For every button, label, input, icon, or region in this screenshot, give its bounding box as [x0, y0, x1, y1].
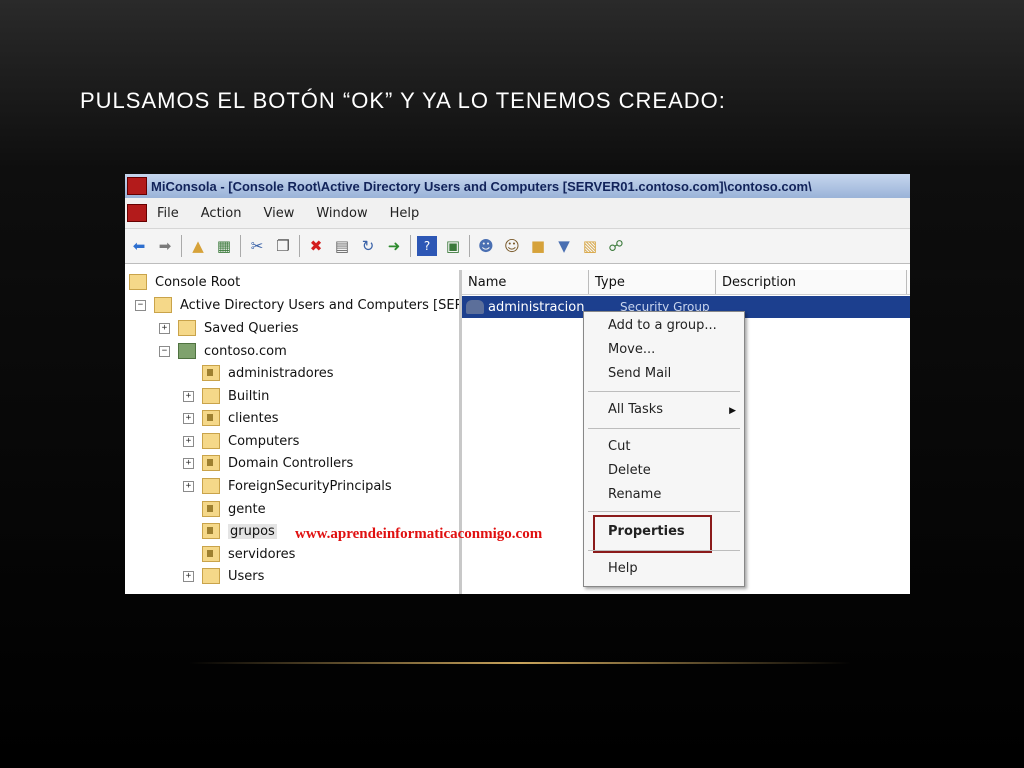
- toolbox-icon[interactable]: [127, 204, 147, 222]
- ou-folder-icon: [202, 455, 220, 471]
- toolbar-separator: [299, 235, 300, 257]
- new-user-icon[interactable]: ☻: [476, 236, 496, 256]
- collapse-icon[interactable]: −: [159, 345, 170, 357]
- export-icon[interactable]: ➜: [384, 236, 404, 256]
- ou-folder-icon: [202, 410, 220, 426]
- up-folder-icon[interactable]: ▲: [188, 236, 208, 256]
- column-type[interactable]: Type: [589, 270, 716, 294]
- tree-item-clientes[interactable]: + clientes: [183, 408, 278, 428]
- forward-icon[interactable]: ➡: [155, 236, 175, 256]
- menu-delete[interactable]: Delete: [608, 463, 651, 478]
- menu-cut[interactable]: Cut: [608, 439, 630, 454]
- expand-icon[interactable]: +: [159, 322, 170, 334]
- ou-folder-icon: [202, 501, 220, 517]
- tree-item-gente[interactable]: gente: [202, 499, 266, 519]
- menu-properties[interactable]: Properties: [608, 524, 685, 539]
- toolbar-separator: [240, 235, 241, 257]
- console-view-icon[interactable]: ▣: [443, 236, 463, 256]
- menu-help[interactable]: Help: [390, 206, 420, 221]
- aduc-icon: [154, 297, 172, 313]
- collapse-icon[interactable]: −: [135, 299, 146, 311]
- tree-item-builtin[interactable]: + Builtin: [183, 386, 269, 406]
- folder-icon: [129, 274, 147, 290]
- decorative-divider: [190, 662, 850, 664]
- expand-icon[interactable]: +: [183, 480, 194, 492]
- title-bar[interactable]: MiConsola - [Console Root\Active Directo…: [125, 174, 910, 198]
- menu-file[interactable]: File: [157, 206, 179, 221]
- expand-icon[interactable]: +: [183, 435, 194, 447]
- column-headers: Name Type Description: [462, 270, 910, 295]
- toolbar: ⬅ ➡ ▲ ▦ ✂ ❐ ✖ ▤ ↻ ➜ ? ▣ ☻ ☺ ■ ▼ ▧ ☍: [125, 229, 910, 264]
- ou-folder-icon: [202, 546, 220, 562]
- group-icon: [466, 300, 484, 314]
- mmc-window: MiConsola - [Console Root\Active Directo…: [125, 174, 910, 594]
- copy-icon[interactable]: ❐: [273, 236, 293, 256]
- back-icon[interactable]: ⬅: [129, 236, 149, 256]
- new-group-icon[interactable]: ☺: [502, 236, 522, 256]
- column-description[interactable]: Description: [716, 270, 907, 294]
- new-ou-icon[interactable]: ■: [528, 236, 548, 256]
- toolbar-separator: [181, 235, 182, 257]
- tree-item-computers[interactable]: + Computers: [183, 431, 299, 451]
- delete-icon[interactable]: ✖: [306, 236, 326, 256]
- menu-separator: [588, 511, 740, 512]
- refresh-icon[interactable]: ↻: [358, 236, 378, 256]
- menu-all-tasks[interactable]: All Tasks: [608, 402, 663, 417]
- context-menu: Add to a group... Move... Send Mail All …: [583, 311, 745, 587]
- ou-folder-icon: [202, 365, 220, 381]
- show-hide-tree-icon[interactable]: ▦: [214, 236, 234, 256]
- tree-item-grupos[interactable]: grupos: [202, 521, 277, 541]
- column-name[interactable]: Name: [462, 270, 589, 294]
- find-icon[interactable]: ▧: [580, 236, 600, 256]
- submenu-arrow-icon: ▶: [729, 406, 736, 416]
- menu-bar: File Action View Window Help: [125, 198, 910, 229]
- tree-item-users[interactable]: + Users: [183, 566, 264, 586]
- window-title: MiConsola - [Console Root\Active Directo…: [151, 178, 812, 194]
- tree-item-saved-queries[interactable]: + Saved Queries: [159, 318, 299, 338]
- menu-window[interactable]: Window: [316, 206, 367, 221]
- toolbox-icon: [127, 177, 147, 195]
- menu-separator: [588, 391, 740, 392]
- menu-help-item[interactable]: Help: [608, 561, 638, 576]
- add-to-group-icon[interactable]: ☍: [606, 236, 626, 256]
- tree-item-administradores[interactable]: administradores: [202, 363, 334, 383]
- tree-item-console-root[interactable]: Console Root: [129, 272, 240, 292]
- help-icon[interactable]: ?: [417, 236, 437, 256]
- tree-item-aduc[interactable]: − Active Directory Users and Computers […: [135, 295, 459, 315]
- folder-icon: [202, 478, 220, 494]
- ou-folder-icon: [202, 523, 220, 539]
- tree-item-domain-controllers[interactable]: + Domain Controllers: [183, 453, 353, 473]
- menu-add-to-group[interactable]: Add to a group...: [608, 318, 717, 333]
- toolbar-separator: [410, 235, 411, 257]
- folder-icon: [202, 568, 220, 584]
- menu-move[interactable]: Move...: [608, 342, 655, 357]
- watermark-text: www.aprendeinformaticaconmigo.com: [295, 526, 543, 542]
- folder-icon: [178, 320, 196, 336]
- properties-icon[interactable]: ▤: [332, 236, 352, 256]
- expand-icon[interactable]: +: [183, 570, 194, 582]
- tree-item-domain[interactable]: − contoso.com: [159, 341, 287, 361]
- tree-item-servidores[interactable]: servidores: [202, 544, 295, 564]
- toolbar-separator: [469, 235, 470, 257]
- expand-icon[interactable]: +: [183, 390, 194, 402]
- menu-send-mail[interactable]: Send Mail: [608, 366, 671, 381]
- cut-icon[interactable]: ✂: [247, 236, 267, 256]
- item-name: administracion: [488, 299, 585, 315]
- console-tree: Console Root − Active Directory Users an…: [125, 270, 462, 594]
- menu-view[interactable]: View: [263, 206, 294, 221]
- expand-icon[interactable]: +: [183, 457, 194, 469]
- menu-separator: [588, 428, 740, 429]
- filter-icon[interactable]: ▼: [554, 236, 574, 256]
- menu-separator: [588, 550, 740, 551]
- expand-icon[interactable]: +: [183, 412, 194, 424]
- folder-icon: [202, 433, 220, 449]
- slide-title: PULSAMOS EL BOTÓN “OK” Y YA LO TENEMOS C…: [80, 88, 726, 113]
- domain-icon: [178, 343, 196, 359]
- menu-rename[interactable]: Rename: [608, 487, 661, 502]
- folder-icon: [202, 388, 220, 404]
- menu-action[interactable]: Action: [201, 206, 242, 221]
- tree-item-foreign-security-principals[interactable]: + ForeignSecurityPrincipals: [183, 476, 392, 496]
